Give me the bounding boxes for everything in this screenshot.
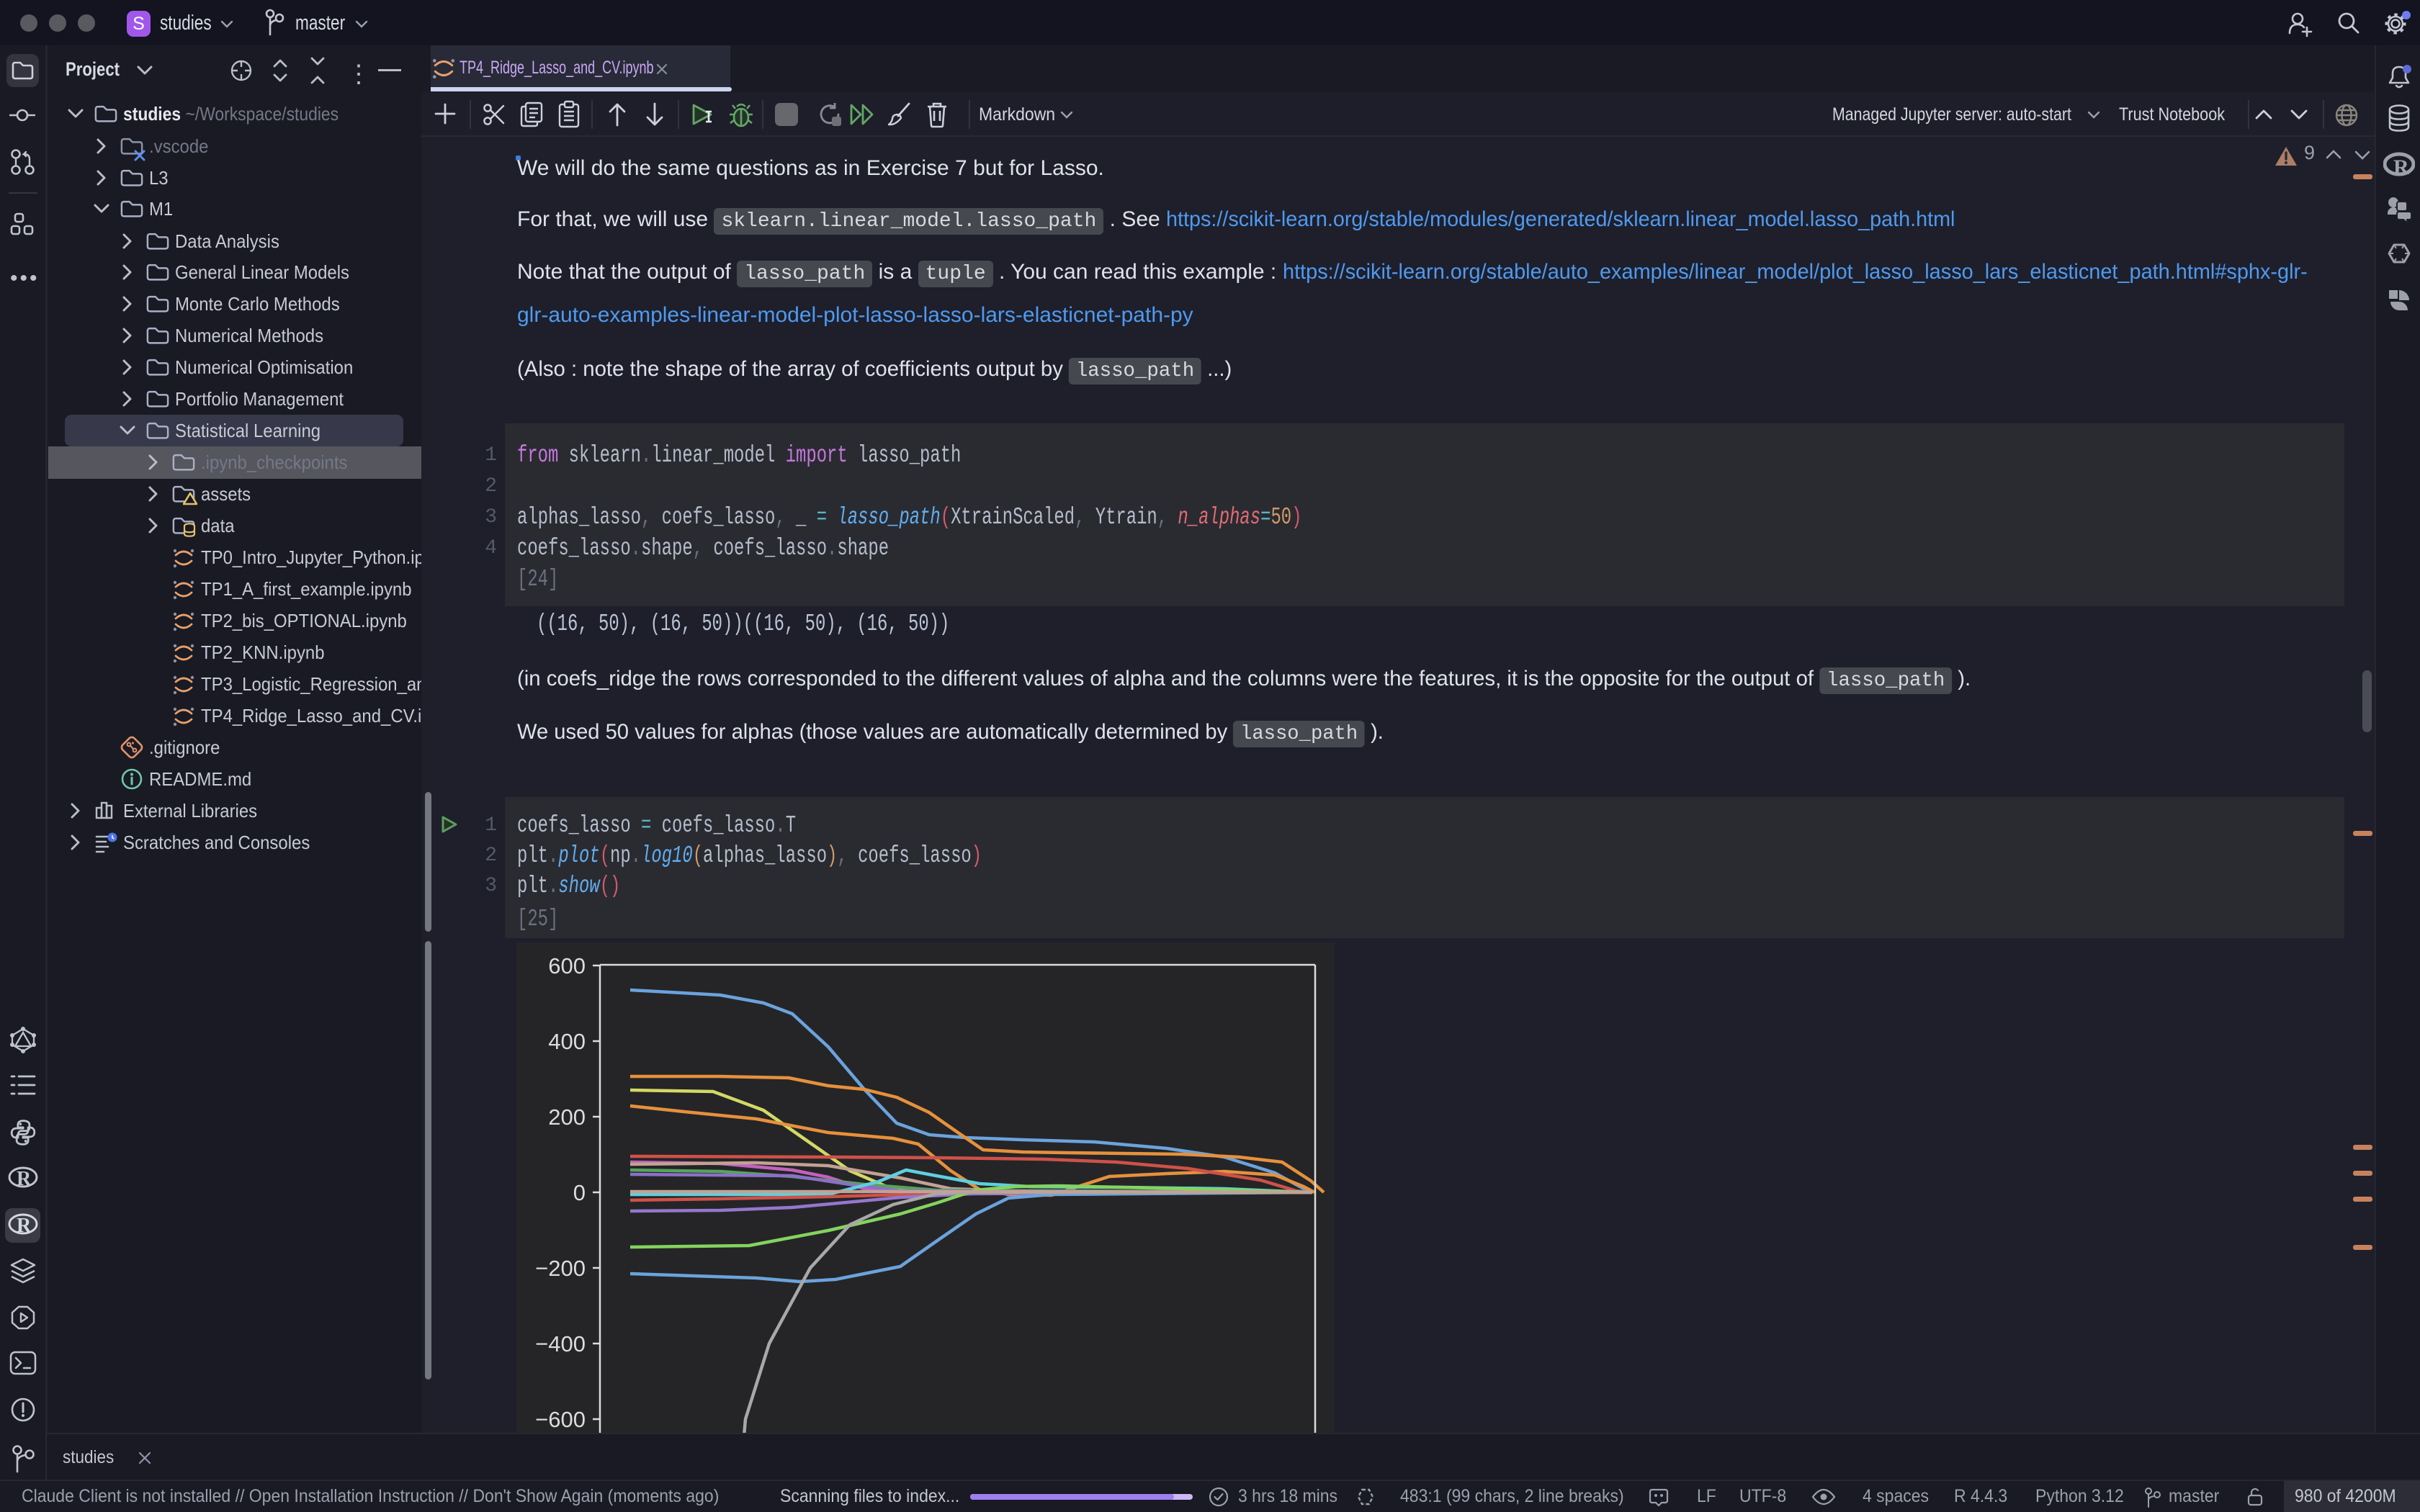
- svg-text:400: 400: [548, 1029, 586, 1054]
- svg-text:−200: −200: [535, 1256, 586, 1281]
- svg-text:200: 200: [548, 1104, 586, 1130]
- svg-text:R: R: [17, 1215, 32, 1237]
- svg-text:R: R: [17, 1168, 32, 1190]
- svg-text:0: 0: [573, 1180, 586, 1205]
- svg-text:R: R: [2393, 156, 2409, 179]
- svg-text:−400: −400: [535, 1331, 586, 1356]
- svg-text:−600: −600: [535, 1407, 586, 1432]
- svg-text:600: 600: [548, 953, 586, 978]
